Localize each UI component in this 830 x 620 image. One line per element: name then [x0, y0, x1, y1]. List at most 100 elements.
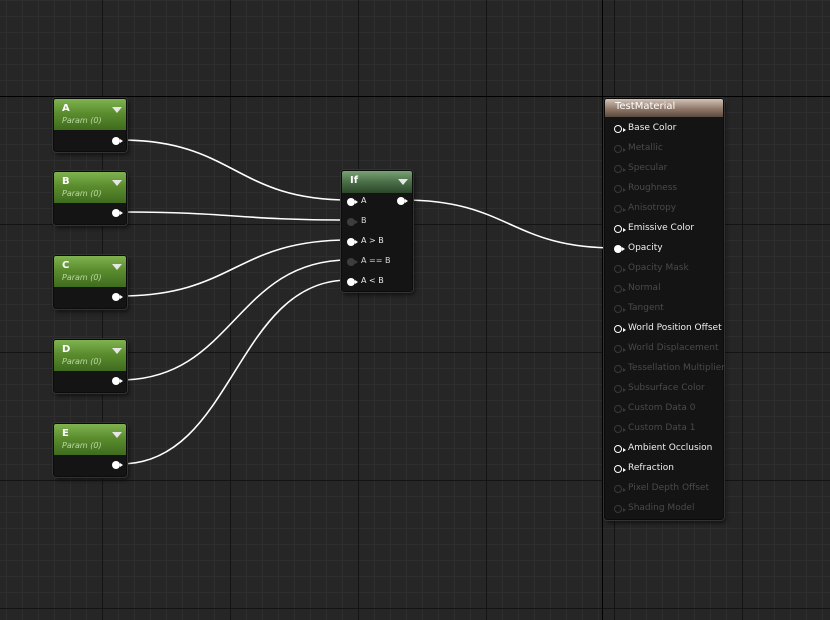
material-input-pin[interactable] [614, 425, 626, 433]
connection-wire[interactable] [119, 279, 350, 465]
material-input-label: Emissive Color [628, 223, 695, 233]
param-node-header[interactable]: C Param (0) [54, 256, 126, 287]
material-input-row[interactable]: Opacity Mask [605, 259, 723, 279]
param-node-subtitle: Param (0) [62, 441, 102, 450]
material-input-pin[interactable] [614, 445, 626, 453]
material-input-row[interactable]: Roughness [605, 179, 723, 199]
material-input-row[interactable]: World Displacement [605, 339, 723, 359]
material-input-label: Pixel Depth Offset [628, 483, 709, 493]
material-input-label: Tessellation Multiplier [628, 363, 725, 373]
if-node-header[interactable]: If [342, 171, 412, 193]
material-input-pin[interactable] [614, 205, 626, 213]
material-input-pin[interactable] [614, 385, 626, 393]
material-input-pin[interactable] [614, 365, 626, 373]
material-input-pin[interactable] [614, 185, 626, 193]
material-input-label: Anisotropy [628, 203, 677, 213]
chevron-down-icon[interactable] [112, 107, 122, 113]
material-input-row[interactable]: Normal [605, 279, 723, 299]
material-input-row[interactable]: Tangent [605, 299, 723, 319]
input-pin[interactable] [347, 198, 358, 206]
material-input-row[interactable]: Base Color [605, 119, 723, 139]
material-input-row[interactable]: Shading Model [605, 499, 723, 519]
material-input-row[interactable]: Refraction [605, 459, 723, 479]
param-node-header[interactable]: A Param (0) [54, 99, 126, 130]
chevron-down-icon[interactable] [112, 180, 122, 186]
material-input-pin[interactable] [614, 165, 626, 173]
material-result-node[interactable]: TestMaterial Base Color Metallic Specular R… [604, 98, 725, 520]
chevron-down-icon[interactable] [112, 432, 122, 438]
if-node[interactable]: If A B A > B A == B A < B [341, 170, 413, 292]
connection-wire[interactable] [119, 259, 350, 381]
param-node-subtitle: Param (0) [62, 116, 102, 125]
output-pin[interactable] [112, 137, 123, 145]
input-pin[interactable] [347, 238, 358, 246]
chevron-down-icon[interactable] [112, 348, 122, 354]
connection-wire[interactable] [119, 139, 350, 201]
output-pin[interactable] [112, 461, 123, 469]
material-input-label: Base Color [628, 123, 677, 133]
connection-wire[interactable] [119, 239, 350, 297]
material-input-label: Custom Data 1 [628, 423, 696, 433]
if-input-a[interactable]: A [342, 194, 412, 210]
if-input-a-gt-b[interactable]: A > B [342, 234, 412, 250]
material-input-row[interactable]: Pixel Depth Offset [605, 479, 723, 499]
param-node-header[interactable]: D Param (0) [54, 340, 126, 371]
material-input-pin[interactable] [614, 345, 626, 353]
material-node-title: TestMaterial [615, 101, 676, 112]
if-input-a-eq-b[interactable]: A == B [342, 254, 412, 270]
output-pin[interactable] [112, 293, 123, 301]
material-graph-canvas[interactable]: A Param (0) B Param (0) C Param (0) D Pa… [0, 0, 830, 620]
material-input-pin[interactable] [614, 325, 626, 333]
material-input-row[interactable]: Opacity [605, 239, 723, 259]
material-input-pin[interactable] [614, 305, 626, 313]
material-input-row[interactable]: Custom Data 1 [605, 419, 723, 439]
material-input-row[interactable]: Metallic [605, 139, 723, 159]
material-input-pin[interactable] [614, 485, 626, 493]
param-node-d[interactable]: D Param (0) [53, 339, 127, 393]
param-node-header[interactable]: B Param (0) [54, 172, 126, 203]
material-input-label: World Position Offset [628, 323, 722, 333]
param-node-c[interactable]: C Param (0) [53, 255, 127, 309]
material-input-row[interactable]: Ambient Occlusion [605, 439, 723, 459]
material-input-row[interactable]: Anisotropy [605, 199, 723, 219]
param-node-e[interactable]: E Param (0) [53, 423, 127, 477]
param-node-a[interactable]: A Param (0) [53, 98, 127, 152]
chevron-down-icon[interactable] [112, 264, 122, 270]
material-input-label: Ambient Occlusion [628, 443, 713, 453]
material-input-row[interactable]: World Position Offset [605, 319, 723, 339]
material-input-pin[interactable] [614, 465, 626, 473]
material-node-header[interactable]: TestMaterial [605, 99, 723, 117]
material-input-label: World Displacement [628, 343, 719, 353]
material-input-label: Normal [628, 283, 661, 293]
input-pin[interactable] [347, 218, 358, 226]
if-input-label: A < B [361, 276, 384, 285]
param-node-title: A [62, 103, 70, 114]
material-input-row[interactable]: Tessellation Multiplier [605, 359, 725, 379]
material-input-pin[interactable] [614, 405, 626, 413]
material-input-pin[interactable] [614, 285, 626, 293]
param-node-header[interactable]: E Param (0) [54, 424, 126, 455]
material-input-row[interactable]: Custom Data 0 [605, 399, 723, 419]
output-pin[interactable] [112, 209, 123, 217]
material-input-row[interactable]: Specular [605, 159, 723, 179]
material-input-row[interactable]: Emissive Color [605, 219, 723, 239]
if-input-a-lt-b[interactable]: A < B [342, 274, 412, 290]
material-input-pin[interactable] [614, 265, 626, 273]
material-input-row[interactable]: Subsurface Color [605, 379, 723, 399]
output-pin[interactable] [112, 377, 123, 385]
input-pin[interactable] [347, 258, 358, 266]
material-input-pin[interactable] [614, 245, 625, 253]
material-input-label: Refraction [628, 463, 674, 473]
param-node-b[interactable]: B Param (0) [53, 171, 127, 225]
chevron-down-icon[interactable] [398, 179, 408, 185]
material-input-pin[interactable] [614, 505, 626, 513]
connection-wire[interactable] [119, 211, 350, 221]
material-input-pin[interactable] [614, 125, 626, 133]
material-input-label: Roughness [628, 183, 678, 193]
input-pin[interactable] [347, 278, 358, 286]
connection-wire[interactable] [402, 199, 617, 249]
material-input-pin[interactable] [614, 145, 626, 153]
if-input-b[interactable]: B [342, 214, 412, 230]
material-input-pin[interactable] [614, 225, 626, 233]
material-input-label: Opacity Mask [628, 263, 689, 273]
